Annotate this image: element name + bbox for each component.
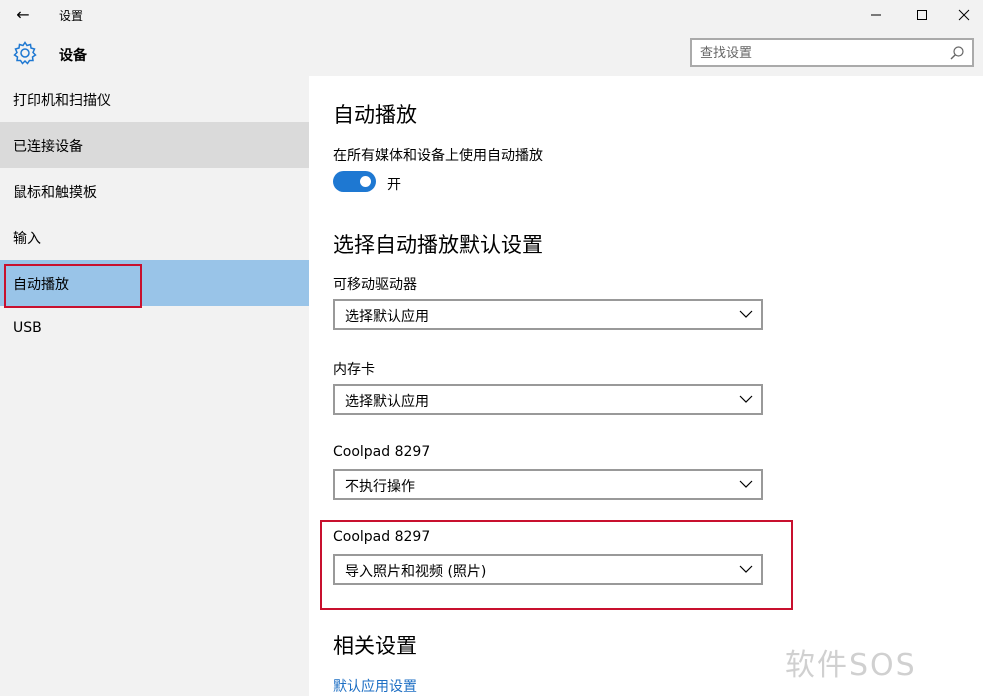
select-value: 选择默认应用 [345, 309, 429, 325]
dropdown-label-removable-drive: 可移动驱动器 [333, 277, 417, 293]
sidebar-item-connected-devices[interactable]: 已连接设备 [0, 122, 309, 168]
select-value: 选择默认应用 [345, 394, 429, 410]
autoplay-description: 在所有媒体和设备上使用自动播放 [333, 148, 543, 164]
coolpad-1-select[interactable]: 不执行操作 [333, 469, 763, 500]
sidebar-header: 设备 [0, 30, 309, 76]
back-arrow-icon: ← [16, 5, 30, 24]
toggle-state-label: 开 [387, 177, 401, 193]
memory-card-select[interactable]: 选择默认应用 [333, 384, 763, 415]
sidebar-item-typing[interactable]: 输入 [0, 214, 309, 260]
autoplay-heading: 自动播放 [333, 103, 417, 127]
minimize-icon [871, 14, 881, 16]
sidebar-item-label: 已连接设备 [13, 139, 83, 155]
chevron-down-icon [739, 565, 753, 573]
default-apps-link[interactable]: 默认应用设置 [333, 676, 417, 696]
sidebar-item-mouse-touchpad[interactable]: 鼠标和触摸板 [0, 168, 309, 214]
search-box[interactable] [690, 38, 974, 67]
dropdown-label-coolpad-2: Coolpad 8297 [333, 529, 431, 545]
select-value: 不执行操作 [345, 479, 415, 495]
chevron-down-icon [739, 310, 753, 318]
sidebar-item-label: 自动播放 [13, 277, 69, 293]
search-icon [950, 46, 964, 60]
watermark: 软件SOS [785, 648, 917, 683]
sidebar-item-usb[interactable]: USB [0, 306, 309, 352]
back-button[interactable]: ← [10, 3, 36, 27]
sidebar-item-label: 输入 [13, 231, 41, 247]
close-button[interactable] [941, 0, 983, 30]
defaults-heading: 选择自动播放默认设置 [333, 233, 543, 257]
dropdown-label-memory-card: 内存卡 [333, 362, 375, 378]
select-value: 导入照片和视频 (照片) [345, 564, 487, 580]
dropdown-label-coolpad-1: Coolpad 8297 [333, 444, 431, 460]
autoplay-toggle[interactable] [333, 171, 376, 192]
search-input[interactable] [700, 44, 940, 62]
title-bar: ← 设置 [0, 0, 983, 30]
sidebar-item-label: 鼠标和触摸板 [13, 185, 97, 201]
sidebar-title: 设备 [59, 48, 87, 64]
sidebar-item-printers-scanners[interactable]: 打印机和扫描仪 [0, 76, 309, 122]
sidebar-item-label: USB [13, 320, 42, 336]
toggle-knob [360, 176, 371, 187]
removable-drive-select[interactable]: 选择默认应用 [333, 299, 763, 330]
minimize-button[interactable] [853, 0, 899, 30]
coolpad-2-select[interactable]: 导入照片和视频 (照片) [333, 554, 763, 585]
close-icon [958, 9, 970, 21]
sidebar-item-autoplay[interactable]: 自动播放 [0, 260, 309, 306]
gear-icon [13, 41, 37, 65]
chevron-down-icon [739, 395, 753, 403]
maximize-button[interactable] [899, 0, 945, 30]
sidebar-item-label: 打印机和扫描仪 [13, 93, 111, 109]
chevron-down-icon [739, 480, 753, 488]
window-title: 设置 [59, 9, 84, 23]
maximize-icon [917, 10, 927, 20]
related-settings-heading: 相关设置 [333, 634, 417, 658]
